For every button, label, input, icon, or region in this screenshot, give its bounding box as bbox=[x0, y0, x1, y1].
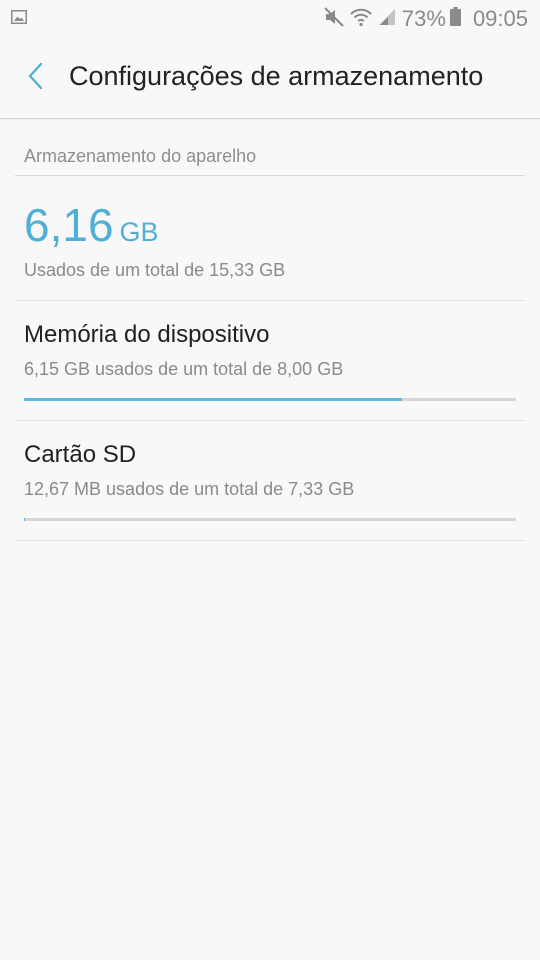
mute-icon bbox=[324, 6, 344, 32]
back-button[interactable] bbox=[18, 60, 52, 96]
item-subtitle: 6,15 GB usados de um total de 8,00 GB bbox=[24, 359, 344, 379]
status-bar: 73% 09:05 bbox=[0, 0, 540, 38]
item-title: Cartão SD bbox=[24, 441, 137, 468]
item-subtitle: 12,67 MB usados de um total de 7,33 GB bbox=[24, 479, 355, 499]
status-icons: 73% 09:05 bbox=[324, 4, 528, 34]
wifi-icon bbox=[350, 7, 372, 32]
device-memory-item[interactable]: Memória do dispositivo 6,15 GB usados de… bbox=[0, 301, 540, 421]
storage-progress-bar bbox=[24, 518, 516, 521]
screen: 73% 09:05 Configurações de armazenamento… bbox=[0, 0, 540, 960]
divider bbox=[15, 175, 525, 176]
total-used-unit: GB bbox=[119, 217, 159, 247]
signal-icon bbox=[378, 8, 396, 31]
storage-progress-fill bbox=[24, 398, 403, 401]
battery-percent: 73% bbox=[401, 6, 446, 31]
total-used: 6,16 GB bbox=[24, 198, 159, 252]
chevron-left-icon bbox=[27, 62, 43, 95]
total-used-value: 6,16 bbox=[24, 199, 114, 251]
battery-icon bbox=[449, 7, 461, 31]
item-title: Memória do dispositivo bbox=[24, 321, 270, 348]
sd-card-item[interactable]: Cartão SD 12,67 MB usados de um total de… bbox=[0, 421, 540, 541]
app-bar: Configurações de armazenamento bbox=[0, 38, 540, 119]
total-summary: Usados de um total de 15,33 GB bbox=[24, 260, 286, 280]
page-title: Configurações de armazenamento bbox=[69, 61, 484, 91]
clock: 09:05 bbox=[472, 6, 528, 31]
section-header: Armazenamento do aparelho bbox=[24, 146, 257, 166]
image-notification-icon bbox=[11, 10, 27, 24]
storage-progress-fill bbox=[24, 518, 25, 521]
divider bbox=[15, 540, 525, 541]
storage-progress-bar bbox=[24, 398, 516, 401]
